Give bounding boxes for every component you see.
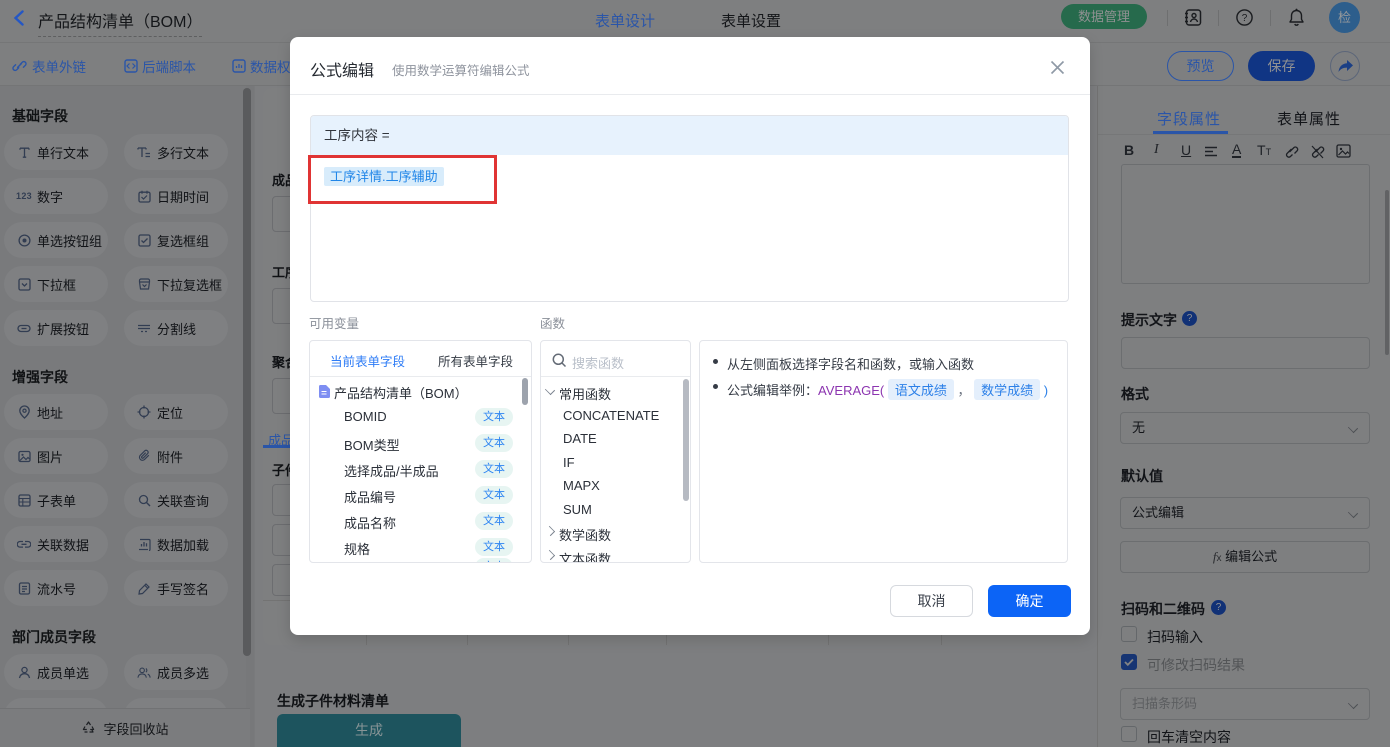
svg-text:?: ? xyxy=(1242,13,1248,24)
